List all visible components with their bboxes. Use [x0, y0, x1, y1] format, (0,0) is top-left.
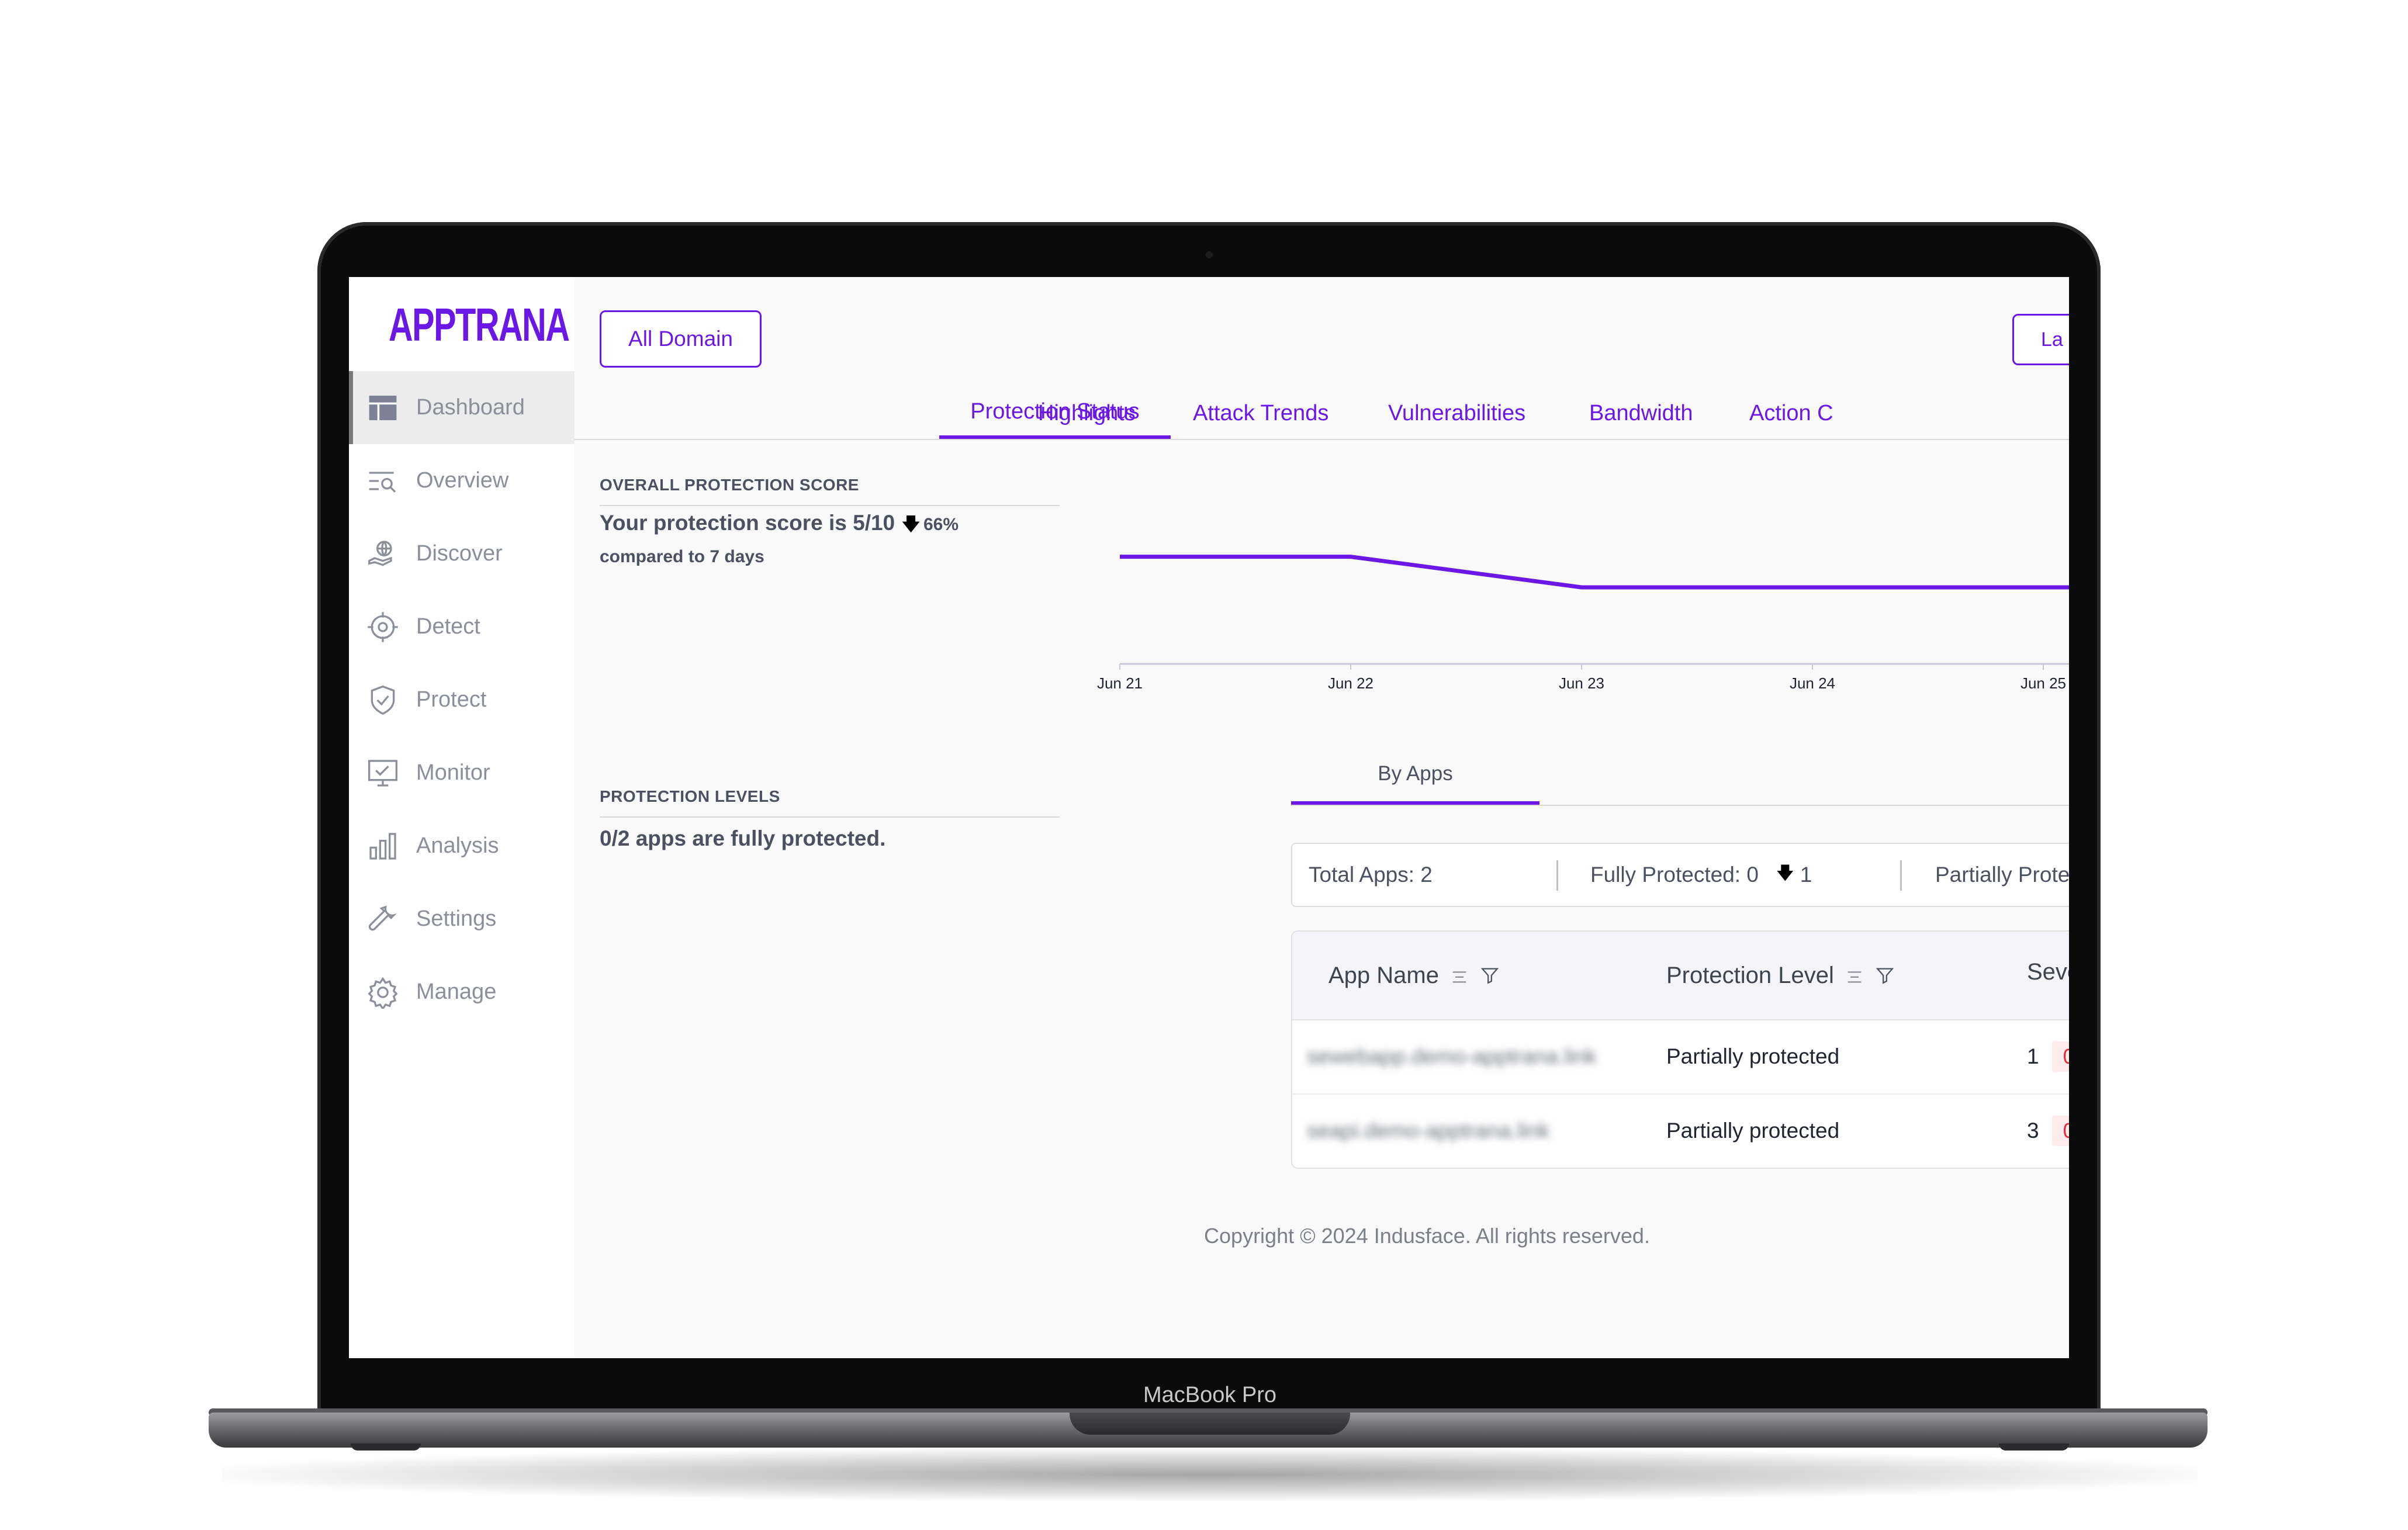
levels-section-title: PROTECTION LEVELS: [600, 787, 780, 805]
laptop-shadow: [222, 1448, 2198, 1501]
divider: [1556, 860, 1558, 891]
arrow-down-icon: 🡇: [1776, 863, 1794, 883]
screen: APPTRANA Dashboard Overview Discover Det…: [349, 277, 2069, 1358]
analysis-icon: [369, 832, 396, 860]
sidebar-item-discover[interactable]: Discover: [349, 517, 575, 590]
sidebar-item-label: Settings: [416, 906, 497, 931]
sidebar: APPTRANA Dashboard Overview Discover Det…: [349, 277, 575, 1358]
x-tick-label: Jun 25: [2020, 674, 2066, 692]
divider: [600, 816, 1060, 818]
divider: [600, 505, 1060, 506]
sidebar-nav: Dashboard Overview Discover Detect Prote…: [349, 371, 575, 1029]
sidebar-item-label: Analysis: [416, 833, 499, 858]
column-label: App Name: [1328, 962, 1439, 988]
score-delta: 66%: [923, 515, 959, 534]
laptop-foot: [351, 1444, 421, 1451]
copyright-text: Copyright © 2024 Indusface. All rights r…: [1204, 1224, 1650, 1248]
table-header: App Name Protection Level Severity: [1292, 932, 2069, 1020]
severity-total: 3: [2027, 1118, 2039, 1143]
sidebar-item-label: Detect: [416, 614, 480, 639]
tab-attack-trends[interactable]: Attack Trends: [1193, 388, 1328, 439]
severity-critical-badge: 0: [2051, 1115, 2069, 1146]
footer-copyright: Copyright © 2024 Indusface. All rights r…: [575, 1224, 2069, 1248]
device-label: MacBook Pro: [1143, 1383, 1277, 1407]
protection-score: Your protection score is 5/10 🡇 66%: [600, 511, 959, 541]
laptop-notch: [1070, 1413, 1350, 1435]
severity-cell: 3 0 3 0: [2027, 1093, 2069, 1168]
x-tick-label: Jun 24: [1790, 674, 1835, 692]
shield-icon: [371, 685, 395, 715]
sidebar-item-label: Discover: [416, 541, 503, 566]
fully-protected-stat: Fully Protected: 0 🡇 1: [1590, 844, 1812, 906]
app-name-cell[interactable]: sewebapp.demo-apptrana.link: [1307, 1019, 1597, 1093]
app-name-cell[interactable]: seapi.demo-apptrana.link: [1307, 1093, 1549, 1168]
sidebar-item-dashboard[interactable]: Dashboard: [349, 371, 575, 444]
tab-vulnerabilities[interactable]: Vulnerabilities: [1388, 388, 1525, 439]
score-section-title: OVERALL PROTECTION SCORE: [600, 476, 859, 494]
column-app-name[interactable]: App Name: [1328, 932, 1500, 1019]
arrow-down-icon: 🡇: [902, 515, 920, 534]
dashboard-icon: [369, 395, 397, 420]
apptrana-logo[interactable]: APPTRANA: [389, 298, 570, 352]
severity-total: 1: [2027, 1044, 2039, 1068]
total-apps-stat: Total Apps: 2: [1309, 863, 1433, 887]
column-protection-level[interactable]: Protection Level: [1666, 932, 1895, 1019]
score-series-line: [1120, 555, 2069, 590]
sidebar-item-settings[interactable]: Settings: [349, 882, 575, 956]
fully-protected-label: Fully Protected: 0: [1590, 863, 1759, 887]
tab-action-center[interactable]: Action C: [1749, 388, 1833, 439]
overview-icon: [369, 471, 396, 493]
divider: [1900, 860, 1902, 891]
all-domain-button[interactable]: All Domain: [600, 310, 762, 368]
main-content: All Domain La Highlights Protection Stat…: [575, 277, 2069, 1358]
score-compare-text: compared to 7 days: [600, 547, 764, 566]
monitor-icon: [368, 759, 397, 787]
wrench-icon: [368, 905, 397, 930]
sort-icon[interactable]: [1449, 965, 1469, 985]
detect-icon: [368, 611, 398, 642]
sidebar-item-label: Manage: [416, 979, 497, 1004]
sidebar-item-analysis[interactable]: Analysis: [349, 809, 575, 882]
sort-icon[interactable]: [1845, 965, 1864, 985]
severity-cell: 1 0 1 0: [2027, 1019, 2069, 1093]
sidebar-item-detect[interactable]: Detect: [349, 590, 575, 663]
table-row[interactable]: sewebapp.demo-apptrana.link Partially pr…: [1292, 1019, 2069, 1095]
sidebar-item-label: Monitor: [416, 760, 490, 785]
sidebar-item-monitor[interactable]: Monitor: [349, 736, 575, 809]
sidebar-item-label: Protect: [416, 687, 487, 712]
x-tick-label: Jun 22: [1328, 674, 1373, 692]
levels-summary: 0/2 apps are fully protected.: [600, 826, 886, 850]
gear-icon: [368, 977, 398, 1009]
filter-icon[interactable]: [1480, 965, 1500, 985]
filter-icon[interactable]: [1875, 965, 1895, 985]
tab-bandwidth[interactable]: Bandwidth: [1589, 388, 1693, 439]
protection-level-cell: Partially protected: [1666, 1118, 1840, 1143]
column-severity: Severity: [2027, 958, 2069, 985]
protection-stats-bar: Total Apps: 2 Fully Protected: 0 🡇 1 Parti…: [1291, 843, 2069, 907]
column-label: Protection Level: [1666, 962, 1834, 988]
apps-table: App Name Protection Level Severity seweb…: [1291, 930, 2069, 1169]
table-row[interactable]: seapi.demo-apptrana.link Partially prote…: [1292, 1093, 2069, 1168]
sidebar-item-label: Dashboard: [416, 395, 525, 420]
header-right-button[interactable]: La: [2012, 314, 2069, 365]
sidebar-item-label: Overview: [416, 468, 509, 493]
sidebar-item-protect[interactable]: Protect: [349, 663, 575, 736]
severity-critical-badge: 0: [2051, 1041, 2069, 1072]
tab-protection-status[interactable]: Protection Status: [939, 388, 1171, 439]
x-tick-label: Jun 23: [1559, 674, 1604, 692]
laptop-foot: [1999, 1444, 2069, 1451]
divider: [1291, 805, 2069, 806]
tab-by-apps[interactable]: By Apps: [1291, 762, 1539, 805]
sidebar-item-manage[interactable]: Manage: [349, 956, 575, 1029]
protection-level-cell: Partially protected: [1666, 1044, 1840, 1068]
discover-icon: [368, 540, 392, 566]
camera-icon: [1206, 251, 1213, 258]
tab-bar: Highlights Protection Status Attack Tren…: [575, 388, 2069, 440]
partially-protected-label: Partially Protected: 2: [1935, 863, 2069, 887]
sidebar-item-overview[interactable]: Overview: [349, 444, 575, 517]
fully-protected-change: 1: [1800, 863, 1812, 887]
partially-protected-stat: Partially Protected: 2🡅1: [1935, 844, 2069, 906]
score-text: Your protection score is 5/10: [600, 511, 895, 535]
x-tick-label: Jun 21: [1097, 674, 1143, 692]
